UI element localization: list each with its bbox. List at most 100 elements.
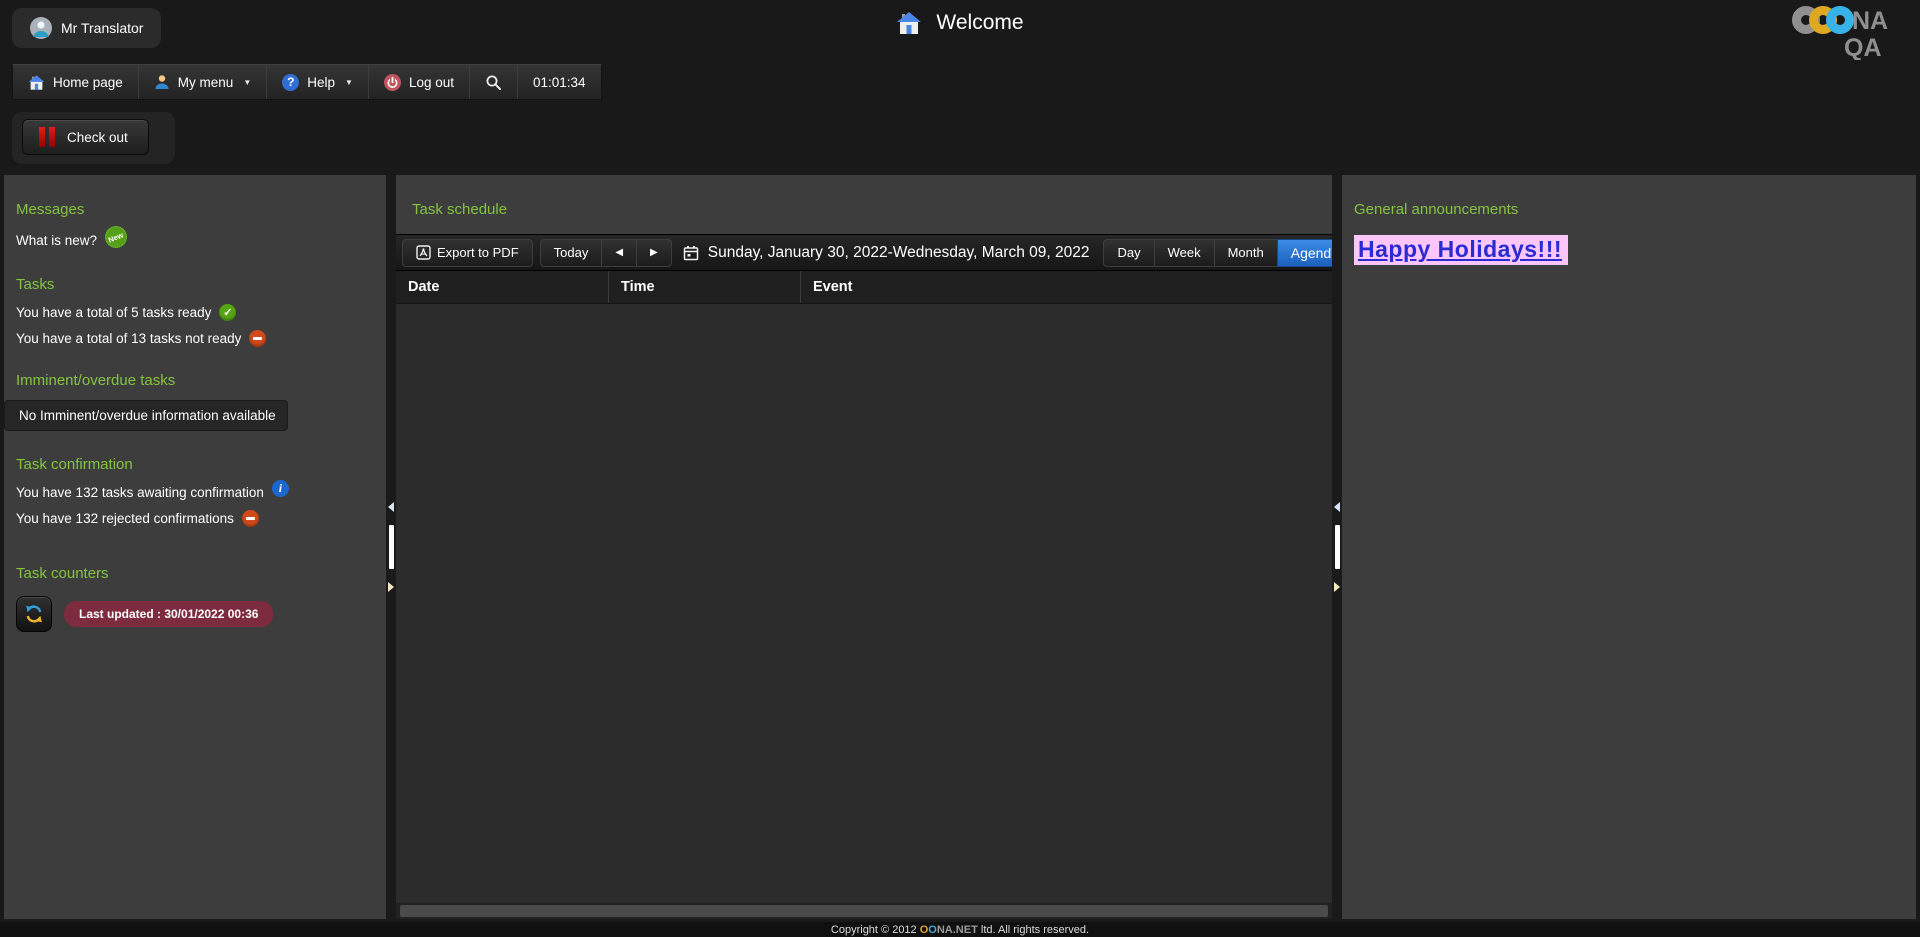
brand-letter-o1: O — [920, 924, 929, 936]
search-icon — [485, 74, 502, 91]
announcement-message: Happy Holidays!!! — [1354, 235, 1568, 265]
collapse-right-icon[interactable] — [1334, 582, 1340, 592]
brand-rest: NA.NET — [937, 924, 978, 936]
tasks-section: Tasks You have a total of 5 tasks ready … — [16, 276, 376, 347]
chevron-down-icon: ▼ — [345, 78, 353, 87]
refresh-button[interactable] — [16, 596, 52, 632]
tasks-title: Tasks — [16, 276, 376, 293]
agenda-empty-body — [396, 304, 1332, 903]
home-welcome-icon — [896, 10, 922, 36]
view-day-button[interactable]: Day — [1103, 239, 1154, 267]
next-button[interactable]: ▶ — [636, 239, 672, 267]
rejected-label: You have 132 rejected confirmations — [16, 511, 234, 526]
minus-icon — [249, 330, 266, 347]
today-label: Today — [554, 245, 589, 260]
search-button[interactable] — [470, 65, 518, 99]
collapse-left-icon[interactable] — [1334, 502, 1340, 512]
pdf-icon — [416, 245, 431, 260]
imminent-section: Imminent/overdue tasks No Imminent/overd… — [16, 372, 376, 431]
info-icon: i — [272, 480, 289, 497]
counters-row: Last updated : 30/01/2022 00:36 — [16, 596, 376, 632]
date-nav-group: Today ◀ ▶ — [540, 239, 672, 267]
nav-log-out[interactable]: Log out — [369, 65, 470, 99]
page-title: Welcome — [936, 11, 1023, 35]
view-week-label: Week — [1168, 245, 1201, 260]
check-icon: ✓ — [219, 304, 236, 321]
main-content: Messages What is new? New Tasks You have… — [0, 175, 1920, 919]
chevron-down-icon: ▼ — [243, 78, 251, 87]
export-pdf-label: Export to PDF — [437, 245, 519, 260]
tasks-not-ready-label: You have a total of 13 tasks not ready — [16, 331, 241, 346]
svg-text:QA: QA — [1844, 34, 1882, 60]
announcements-title: General announcements — [1354, 201, 1906, 218]
view-week-button[interactable]: Week — [1154, 239, 1215, 267]
nav-help[interactable]: ? Help ▼ — [267, 65, 369, 99]
check-out-label: Check out — [67, 130, 128, 145]
task-schedule-panel: Task schedule Export to PDF Today — [396, 175, 1332, 919]
brand-letter-o2: O — [928, 924, 937, 936]
column-event: Event — [801, 271, 1332, 303]
view-day-label: Day — [1117, 245, 1140, 260]
horizontal-scrollbar — [396, 903, 1332, 919]
calendar-toolbar: Export to PDF Today ◀ ▶ — [396, 234, 1332, 271]
confirmation-title: Task confirmation — [16, 456, 376, 473]
checkout-container: Check out — [12, 112, 175, 164]
counters-section: Task counters Last updated : 30/01/2022 … — [16, 565, 376, 632]
view-month-button[interactable]: Month — [1214, 239, 1278, 267]
prev-button[interactable]: ◀ — [601, 239, 637, 267]
imminent-title: Imminent/overdue tasks — [16, 372, 376, 389]
task-schedule-title-band: Task schedule — [396, 175, 1332, 234]
view-month-label: Month — [1228, 245, 1264, 260]
oona-qa-logo: NA QA — [1792, 4, 1904, 60]
messages-section: Messages What is new? New — [16, 201, 376, 251]
column-time: Time — [609, 271, 801, 303]
date-range-text: Sunday, January 30, 2022-Wednesday, Marc… — [708, 244, 1090, 262]
home-icon — [28, 74, 45, 91]
footer: Copyright © 2012 OONA.NET ltd. All right… — [0, 922, 1920, 937]
nav-home-label: Home page — [53, 75, 123, 90]
awaiting-confirmation-row: You have 132 tasks awaiting confirmation… — [16, 484, 376, 501]
today-button[interactable]: Today — [540, 239, 603, 267]
announcements-panel: General announcements Happy Holidays!!! — [1342, 175, 1916, 919]
last-updated-badge: Last updated : 30/01/2022 00:36 — [64, 601, 273, 627]
messages-title: Messages — [16, 201, 376, 218]
left-splitter — [386, 175, 396, 919]
left-sidebar: Messages What is new? New Tasks You have… — [4, 175, 386, 919]
imminent-empty-message: No Imminent/overdue information availabl… — [4, 400, 288, 431]
new-badge-icon: New — [105, 226, 127, 248]
tasks-not-ready-row: You have a total of 13 tasks not ready — [16, 330, 376, 347]
export-pdf-button[interactable]: Export to PDF — [402, 239, 533, 267]
nav-my-menu[interactable]: My menu ▼ — [139, 65, 267, 99]
nav-help-label: Help — [307, 75, 335, 90]
right-splitter — [1332, 175, 1342, 919]
clock-display: 01:01:34 — [518, 65, 601, 99]
awaiting-label: You have 132 tasks awaiting confirmation — [16, 485, 264, 500]
rejected-confirmation-row: You have 132 rejected confirmations — [16, 510, 376, 527]
pause-icon — [39, 127, 55, 147]
collapse-right-icon[interactable] — [388, 582, 394, 592]
next-icon: ▶ — [650, 247, 658, 258]
what-is-new-link[interactable]: What is new? New — [16, 229, 376, 251]
check-out-button[interactable]: Check out — [22, 119, 149, 155]
view-switcher: Day Week Month Agenda — [1103, 239, 1353, 267]
person-icon — [154, 74, 170, 90]
calendar-icon — [683, 245, 699, 261]
splitter-handle[interactable] — [1335, 525, 1340, 569]
scrollbar-thumb[interactable] — [400, 905, 1328, 917]
collapse-left-icon[interactable] — [388, 502, 394, 512]
copyright-prefix: Copyright © 2012 — [831, 924, 920, 936]
prev-icon: ◀ — [615, 247, 623, 258]
copyright-suffix: ltd. All rights reserved. — [978, 924, 1089, 936]
checkout-row: Check out — [12, 112, 1920, 164]
refresh-icon — [24, 604, 44, 624]
agenda-table-header: Date Time Event — [396, 271, 1332, 304]
splitter-handle[interactable] — [389, 525, 394, 569]
nav-home-page[interactable]: Home page — [13, 65, 139, 99]
nav-my-menu-label: My menu — [178, 75, 234, 90]
counters-title: Task counters — [16, 565, 376, 582]
task-schedule-title: Task schedule — [412, 201, 1316, 218]
tasks-ready-label: You have a total of 5 tasks ready — [16, 305, 211, 320]
nav-logout-label: Log out — [409, 75, 454, 90]
help-icon: ? — [282, 74, 299, 91]
minus-icon — [242, 510, 259, 527]
